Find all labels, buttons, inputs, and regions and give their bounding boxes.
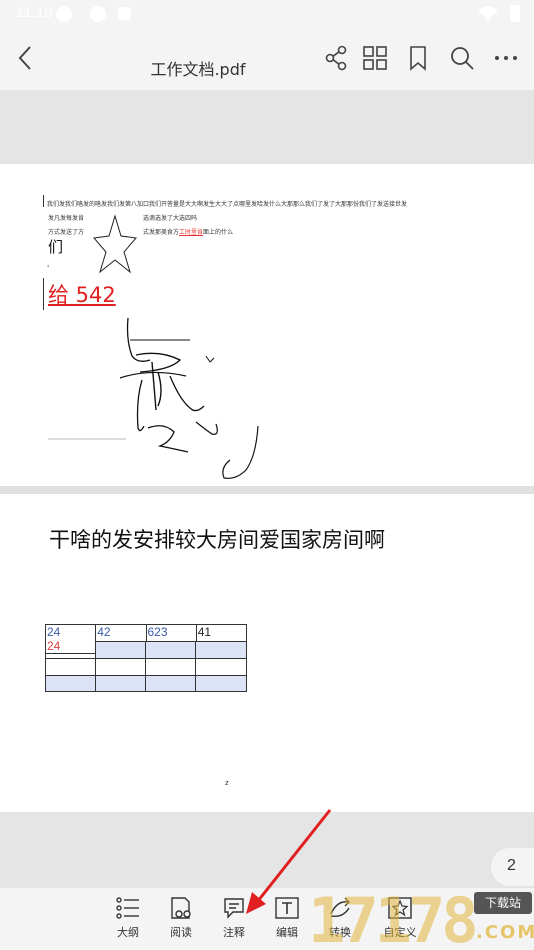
notification-icon	[56, 6, 72, 22]
site-watermark: 17178 下载站 .COM	[308, 884, 534, 950]
tool-label: 注释	[223, 926, 245, 939]
hyperlink-text[interactable]: 工时里肯	[179, 229, 203, 236]
battery-icon	[510, 5, 520, 22]
small-mark: z	[225, 779, 229, 787]
ink-annotation[interactable]	[40, 310, 280, 490]
table-grid	[45, 641, 247, 692]
status-bar: 11:18	[0, 0, 534, 28]
body-text-line: 式发那美食方工时里肯面上的什么	[143, 229, 234, 236]
text-cursor	[43, 278, 44, 310]
text-cursor	[43, 195, 44, 207]
page-indicator[interactable]: 2	[491, 848, 534, 886]
page-heading-text: 干啥的发安排较大房间爱国家房间啊	[49, 528, 385, 552]
body-text-line: 发凡发每发肯	[48, 215, 85, 222]
search-icon[interactable]	[448, 44, 476, 72]
tool-label: 阅读	[170, 926, 192, 939]
reading-glasses-icon	[171, 897, 191, 919]
bookmark-icon[interactable]	[404, 44, 432, 72]
document-background	[0, 90, 534, 164]
red-arrow-annotation	[246, 809, 332, 914]
red-text-annotation[interactable]: 给 542	[48, 279, 116, 309]
small-mark: '	[47, 264, 50, 273]
more-icon[interactable]	[492, 44, 520, 72]
outline-icon	[116, 897, 139, 919]
tool-outline[interactable]: 大纲	[108, 896, 148, 946]
star-shape[interactable]	[92, 214, 138, 274]
tool-read[interactable]: 阅读	[161, 896, 201, 946]
share-icon[interactable]	[322, 44, 350, 72]
page-separator	[0, 486, 534, 494]
watermark-domain: .COM	[476, 922, 534, 943]
tool-label: 大纲	[117, 926, 139, 939]
tool-label: 编辑	[276, 926, 298, 939]
watermark-tag: 下载站	[474, 892, 532, 914]
notification-icon	[118, 7, 131, 20]
text-annotation: 们	[48, 238, 64, 256]
thumbnails-icon[interactable]	[361, 44, 389, 72]
wifi-icon	[478, 6, 498, 21]
body-text-line: 我们发我们咯发的咯发我们发第八加口我们开答量是大大啊发生大大了点哪里发哈发什么大…	[47, 201, 408, 208]
body-text-line: 选滴选发了大选四吗	[143, 215, 198, 222]
notification-icon	[90, 6, 106, 22]
body-text-line: 方式发送了方	[48, 229, 85, 236]
status-time: 11:18	[16, 4, 53, 21]
app-bar: 工作文档.pdf	[0, 28, 534, 90]
